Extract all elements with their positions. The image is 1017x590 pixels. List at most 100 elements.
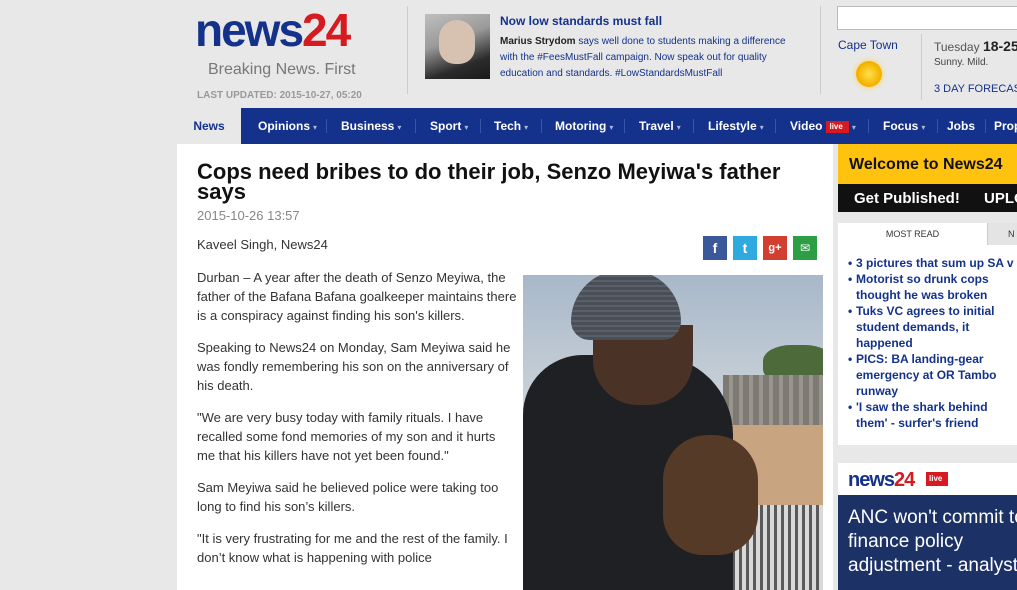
weather-day: Tuesday 18-25 <box>934 38 1017 54</box>
nav-item-property[interactable]: Property <box>994 108 1017 144</box>
chevron-down-icon: ▾ <box>609 123 614 132</box>
columnist-head <box>439 20 475 64</box>
live-logo-news: news <box>848 469 895 491</box>
nav-divider <box>693 119 694 133</box>
nav-label: Property <box>994 119 1017 133</box>
chevron-down-icon: ▾ <box>921 123 926 132</box>
weather-day-name: Tuesday <box>934 40 980 54</box>
photo-beanie <box>571 275 681 340</box>
article-paragraph: Durban – A year after the death of Senzo… <box>197 270 517 323</box>
nav-label: Opinions <box>258 119 310 133</box>
welcome-banner[interactable]: Welcome to News24 <box>838 144 1017 184</box>
nav-label: Jobs <box>947 119 976 133</box>
live-logo-number: 24 <box>894 469 915 491</box>
promo-title[interactable]: Now low standards must fall <box>500 14 662 28</box>
news24-live-logo[interactable]: news24 <box>848 469 915 492</box>
logo-number: 24 <box>302 4 351 56</box>
live-badge: live <box>826 121 849 133</box>
tab-most-read[interactable]: MOST READ <box>838 223 988 245</box>
photo-roof <box>723 375 823 425</box>
nav-label: Tech <box>494 119 522 133</box>
chevron-down-icon: ▾ <box>759 123 764 132</box>
weather-city[interactable]: Cape Town <box>838 38 898 52</box>
sun-icon <box>856 61 882 87</box>
article-paragraph: "It is very frustrating for me and the r… <box>197 531 508 565</box>
nav-label: Business <box>341 119 395 133</box>
nav-item-jobs[interactable]: Jobs <box>947 108 975 144</box>
promo-text: Marius Strydom says well done to student… <box>500 34 800 82</box>
nav-item-focus[interactable]: Focus ▾ <box>883 108 925 144</box>
nav-item-motoring[interactable]: Motoring ▾ <box>555 108 613 144</box>
live-story[interactable]: ANC won't commit to finance policy adjus… <box>838 495 1017 590</box>
article-author: Kaveel Singh, News24 <box>197 237 328 252</box>
article: Cops need bribes to do their job, Senzo … <box>177 144 833 590</box>
upload-text: UPLOAD <box>984 190 1017 207</box>
live-headline: ANC won't commit to finance policy adjus… <box>848 507 1017 576</box>
chevron-down-icon: ▾ <box>851 123 856 132</box>
article-photo <box>523 275 823 590</box>
nav-item-video[interactable]: Video live ▾ <box>790 108 856 144</box>
facebook-share-button[interactable]: f <box>703 236 727 260</box>
twitter-share-button[interactable]: t <box>733 236 757 260</box>
weather-temp: 18-25 <box>982 38 1017 54</box>
news24-live-widget: news24 live ANC won't commit to finance … <box>838 463 1017 590</box>
googleplus-share-button[interactable]: g+ <box>763 236 787 260</box>
chevron-down-icon: ▾ <box>464 123 469 132</box>
nav-item-lifestyle[interactable]: Lifestyle ▾ <box>708 108 764 144</box>
columnist-photo[interactable] <box>425 14 490 79</box>
nav-item-opinions[interactable]: Opinions ▾ <box>258 108 317 144</box>
promo-author[interactable]: Marius Strydom <box>500 36 576 47</box>
article-paragraph: Speaking to News24 on Monday, Sam Meyiwa… <box>197 340 511 393</box>
article-date: 2015-10-26 13:57 <box>197 208 300 223</box>
chevron-down-icon: ▾ <box>397 123 402 132</box>
weather-condition: Sunny. Mild. <box>934 57 989 68</box>
most-read-widget: MOST READ N 3 pictures that sum up SA v … <box>838 223 1017 445</box>
news24-logo[interactable]: news24 Breaking News. First LAST UPDATED… <box>195 6 405 101</box>
email-share-button[interactable]: ✉ <box>793 236 817 260</box>
welcome-text: Welcome to News24 <box>849 156 1003 173</box>
nav-label: Focus <box>883 119 919 133</box>
nav-divider <box>937 119 938 133</box>
nav-item-tech[interactable]: Tech ▾ <box>494 108 528 144</box>
photo-father-face <box>663 435 758 555</box>
nav-divider <box>480 119 481 133</box>
list-item[interactable]: 'I saw the shark behind them' - surfer's… <box>848 399 1017 431</box>
chevron-down-icon: ▾ <box>524 123 529 132</box>
header-divider <box>820 6 821 94</box>
nav-divider <box>541 119 542 133</box>
nav-divider <box>868 119 869 133</box>
list-item[interactable]: 3 pictures that sum up SA v <box>848 255 1017 271</box>
most-read-list: 3 pictures that sum up SA v Motorist so … <box>848 255 1017 431</box>
nav-label: Motoring <box>555 119 607 133</box>
nav-label: Travel <box>639 119 674 133</box>
logo-tagline: Breaking News. First <box>208 61 356 78</box>
nav-item-business[interactable]: Business ▾ <box>341 108 401 144</box>
nav-item-travel[interactable]: Travel ▾ <box>639 108 681 144</box>
article-title: Cops need bribes to do their job, Senzo … <box>197 159 781 204</box>
article-body: Durban – A year after the death of Senzo… <box>197 268 517 580</box>
chevron-down-icon: ▾ <box>313 123 318 132</box>
get-published-banner[interactable]: Get Published! UPLOAD <box>838 184 1017 212</box>
live-tag: live <box>926 472 949 486</box>
list-item[interactable]: Tuks VC agrees to initial student demand… <box>848 303 1017 351</box>
nav-label: Video <box>790 119 823 133</box>
nav-divider <box>415 119 416 133</box>
logo-wordmark: news24 <box>195 6 405 54</box>
get-published-text: Get Published! <box>854 190 960 207</box>
nav-item-news[interactable]: News <box>177 108 241 144</box>
list-item[interactable]: PICS: BA landing-gear emergency at OR Ta… <box>848 351 1017 399</box>
article-paragraph: Sam Meyiwa said he believed police were … <box>197 480 499 514</box>
nav-label: Lifestyle <box>708 119 757 133</box>
nav-label: News <box>193 119 225 133</box>
article-paragraph: "We are very busy today with family ritu… <box>197 410 496 463</box>
nav-divider <box>985 119 986 133</box>
forecast-link[interactable]: 3 DAY FORECAST <box>934 83 1017 95</box>
nav-item-sport[interactable]: Sport ▾ <box>430 108 468 144</box>
weather-divider <box>921 34 922 100</box>
list-item[interactable]: Motorist so drunk cops thought he was br… <box>848 271 1017 303</box>
tab-other[interactable]: N <box>988 223 1017 245</box>
header-divider <box>407 6 408 94</box>
most-read-tabs: MOST READ N <box>838 223 1017 245</box>
site-header: news24 Breaking News. First LAST UPDATED… <box>177 0 1017 108</box>
search-input[interactable] <box>837 6 1017 30</box>
